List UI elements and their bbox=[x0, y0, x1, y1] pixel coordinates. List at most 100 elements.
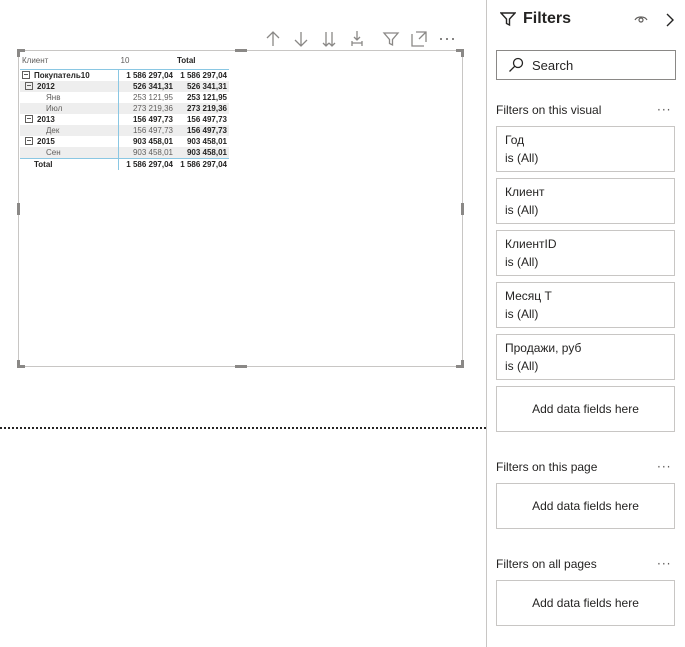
column-value-header[interactable]: 10 bbox=[118, 52, 175, 70]
row-label: Total bbox=[20, 158, 119, 170]
row-label: 2012 bbox=[37, 82, 55, 91]
page-boundary-line bbox=[0, 427, 486, 429]
matrix-table: Клиент 10 Total Покупатель10 1 586 297,0… bbox=[20, 52, 229, 170]
drill-down-toggle-button[interactable] bbox=[290, 28, 312, 50]
resize-handle-top[interactable] bbox=[235, 49, 247, 52]
filter-card-prodazhi[interactable]: Продажи, руб is (All) bbox=[496, 334, 675, 380]
section-visual-more-button[interactable]: ··· bbox=[657, 103, 671, 117]
row-field-header[interactable]: Клиент bbox=[20, 52, 119, 70]
collapse-icon[interactable] bbox=[25, 136, 33, 145]
matrix-header-row: Клиент 10 Total bbox=[20, 52, 229, 70]
section-all-more-button[interactable]: ··· bbox=[657, 557, 671, 571]
section-filters-on-visual: Filters on this visual bbox=[496, 103, 602, 117]
cell-total: 903 458,01 bbox=[175, 147, 229, 159]
filter-card-god[interactable]: Год is (All) bbox=[496, 126, 675, 172]
section-page-more-button[interactable]: ··· bbox=[657, 460, 671, 474]
all-pages-filters-dropzone[interactable]: Add data fields here bbox=[496, 580, 675, 626]
resize-handle-right[interactable] bbox=[461, 203, 464, 215]
filter-card-klientid[interactable]: КлиентID is (All) bbox=[496, 230, 675, 276]
cell-total: 156 497,73 bbox=[175, 125, 229, 136]
matrix-row: Янв 253 121,95 253 121,95 bbox=[20, 92, 229, 103]
total-column-header[interactable]: Total bbox=[175, 52, 229, 70]
collapse-icon[interactable] bbox=[22, 70, 30, 79]
arrow-down-icon bbox=[294, 32, 308, 47]
chevron-right-icon[interactable] bbox=[665, 13, 675, 27]
resize-handle-bottom-right-v[interactable] bbox=[461, 360, 464, 368]
row-label: Янв bbox=[46, 93, 61, 102]
cell-value: 273 219,36 bbox=[118, 103, 175, 114]
filter-card-name: Месяц Т bbox=[505, 289, 552, 303]
cell-value: 1 586 297,04 bbox=[118, 158, 175, 170]
cell-total: 273 219,36 bbox=[175, 103, 229, 114]
matrix-row: Дек 156 497,73 156 497,73 bbox=[20, 125, 229, 136]
cell-total: 526 341,31 bbox=[175, 81, 229, 92]
focus-mode-button[interactable] bbox=[408, 28, 430, 50]
matrix-row: Сен 903 458,01 903 458,01 bbox=[20, 147, 229, 159]
matrix-total-row: Total 1 586 297,04 1 586 297,04 bbox=[20, 158, 229, 170]
filters-search-box[interactable] bbox=[496, 50, 676, 80]
filter-card-value: is (All) bbox=[505, 307, 539, 321]
cell-total: 156 497,73 bbox=[186, 115, 227, 124]
resize-handle-left[interactable] bbox=[17, 203, 20, 215]
row-label: Сен bbox=[20, 147, 119, 159]
expand-hierarchy-icon bbox=[351, 31, 363, 46]
filter-card-name: Продажи, руб bbox=[505, 341, 582, 355]
filter-card-value: is (All) bbox=[505, 255, 539, 269]
filter-icon bbox=[500, 12, 516, 27]
cell-value: 903 458,01 bbox=[118, 136, 175, 147]
more-options-icon bbox=[440, 38, 454, 40]
row-label: Дек bbox=[20, 125, 119, 136]
row-label: Июл bbox=[20, 103, 119, 114]
filter-card-mesyac[interactable]: Месяц Т is (All) bbox=[496, 282, 675, 328]
double-arrow-down-icon bbox=[322, 32, 336, 47]
matrix-row: 2012 526 341,31 526 341,31 bbox=[20, 81, 229, 92]
filter-card-name: КлиентID bbox=[505, 237, 557, 251]
filter-card-klient[interactable]: Клиент is (All) bbox=[496, 178, 675, 224]
visual-filters-dropzone[interactable]: Add data fields here bbox=[496, 386, 675, 432]
matrix-row: Покупатель10 1 586 297,04 1 586 297,04 bbox=[20, 69, 229, 81]
cell-total: 1 586 297,04 bbox=[180, 71, 227, 80]
filter-card-value: is (All) bbox=[505, 359, 539, 373]
matrix-visual[interactable]: Клиент 10 Total Покупатель10 1 586 297,0… bbox=[17, 49, 464, 368]
more-options-button[interactable] bbox=[436, 28, 458, 50]
expand-next-level-button[interactable] bbox=[346, 28, 368, 50]
eye-icon[interactable] bbox=[634, 14, 648, 24]
matrix-row: 2013 156 497,73 156 497,73 bbox=[20, 114, 229, 125]
filter-card-value: is (All) bbox=[505, 151, 539, 165]
filter-card-name: Год bbox=[505, 133, 525, 147]
resize-handle-bottom-left-v[interactable] bbox=[17, 360, 20, 368]
cell-value: 156 497,73 bbox=[118, 114, 175, 125]
page-filters-dropzone[interactable]: Add data fields here bbox=[496, 483, 675, 529]
row-label: 2013 bbox=[37, 115, 55, 124]
filters-search-input[interactable] bbox=[530, 56, 674, 74]
cell-value: 526 341,31 bbox=[118, 81, 175, 92]
filter-icon bbox=[382, 32, 400, 47]
go-to-next-level-button[interactable] bbox=[318, 28, 340, 50]
drill-up-button[interactable] bbox=[262, 28, 284, 50]
cell-total: 253 121,95 bbox=[186, 93, 227, 102]
search-icon bbox=[509, 57, 524, 72]
cell-value: 903 458,01 bbox=[118, 147, 175, 159]
resize-handle-bottom[interactable] bbox=[235, 365, 247, 368]
row-label: 2015 bbox=[37, 137, 55, 146]
cell-total: 903 458,01 bbox=[186, 137, 227, 146]
visual-filter-button[interactable] bbox=[380, 28, 402, 50]
matrix-row: Июл 273 219,36 273 219,36 bbox=[20, 103, 229, 114]
filters-pane-header: Filters bbox=[500, 10, 571, 28]
row-label: Покупатель10 bbox=[34, 71, 90, 80]
matrix-row: 2015 903 458,01 903 458,01 bbox=[20, 136, 229, 147]
section-filters-on-page: Filters on this page bbox=[496, 460, 598, 474]
collapse-icon[interactable] bbox=[25, 81, 33, 90]
cell-value: 156 497,73 bbox=[118, 125, 175, 136]
resize-handle-top-right-v[interactable] bbox=[461, 49, 464, 57]
arrow-up-icon bbox=[266, 31, 280, 46]
filters-pane-title: Filters bbox=[523, 10, 572, 27]
cell-total: 1 586 297,04 bbox=[175, 158, 229, 170]
cell-value: 1 586 297,04 bbox=[118, 69, 175, 81]
resize-handle-top-left-v[interactable] bbox=[17, 49, 20, 57]
cell-value: 253 121,95 bbox=[118, 92, 175, 103]
filter-card-value: is (All) bbox=[505, 203, 539, 217]
filters-pane: Filters Filters on this visual ··· Год i… bbox=[486, 0, 685, 647]
filter-card-name: Клиент bbox=[505, 185, 545, 199]
collapse-icon[interactable] bbox=[25, 114, 33, 123]
